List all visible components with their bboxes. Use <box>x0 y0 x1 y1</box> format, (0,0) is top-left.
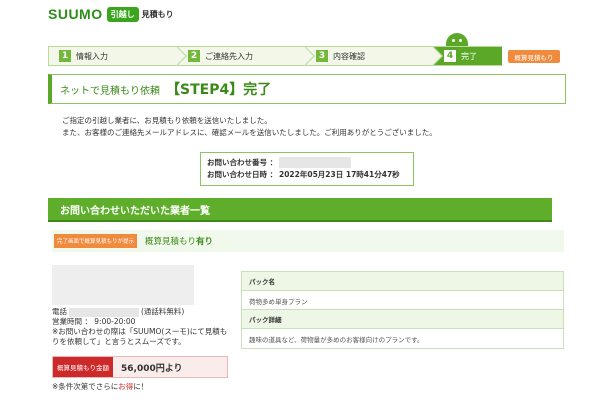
price-note-prefix: ※条件次第でさらに <box>52 382 119 391</box>
estimate-availability-label: 概算見積もり有り <box>145 235 213 247</box>
estimate-shown-tag: 完了画面で概算見積もりが提示 <box>54 234 138 248</box>
tel-label: 電話 <box>52 307 67 316</box>
price-value: 56,000円より <box>121 363 183 374</box>
site-header: SUUMO 引越し 見積もり <box>48 3 174 25</box>
estimate-availability-row: 完了画面で概算見積もりが提示 概算見積もり有り <box>52 230 564 252</box>
tel-note: (通話料無料) <box>141 307 185 316</box>
step-label: 完了 <box>461 51 477 61</box>
inquiry-note: ※お問い合わせの際は「SUUMO(スーモ)にて見積も <box>52 327 228 336</box>
step-number: 3 <box>316 50 328 62</box>
estimate-label-value: 有り <box>196 237 214 247</box>
pack-name-value: 荷物多め単身プラン <box>242 290 563 310</box>
service-subtitle: 見積もり <box>141 9 174 19</box>
step-label: ご連絡先入力 <box>205 51 253 61</box>
inquiry-number-redacted <box>279 157 351 168</box>
estimate-tag: 概算見積もり <box>508 50 560 63</box>
business-hours: 営業時間 ： 9:00-20:00 <box>52 317 136 326</box>
step-3: 3 内容確認 <box>306 46 443 66</box>
step-2: 2 ご連絡先入力 <box>178 46 315 66</box>
inquiry-datetime-label: お問い合わせ日時 ： <box>207 170 278 179</box>
completion-message: ご指定の引越し業者に、お見積もり依頼を送信いたしました。 また、お客様のご連絡先… <box>62 115 437 139</box>
message-line: また、お客様のご連絡先メールアドレスに、確認メールを送信いたしました。ご利用あり… <box>62 128 437 137</box>
step-number: 1 <box>59 50 71 62</box>
completion-title: 【STEP4】完了 <box>166 82 272 98</box>
inquiry-number-label: お問い合わせ番号 ： <box>207 158 278 167</box>
inquiry-note: りを依頼して」と言うとスムーズです。 <box>52 337 186 346</box>
inquiry-info: お問い合わせ番号 ： お問い合わせ日時 ： 2022年05月23日 17時41分… <box>200 152 414 186</box>
pack-detail-header: パック詳細 <box>242 310 563 328</box>
price-note-highlight: お得 <box>118 382 134 391</box>
inquiry-datetime-value: 2022年05月23日 17時41分47秒 <box>279 170 400 179</box>
pack-table: パック名 荷物多め単身プラン パック詳細 趣味の道具など、荷物量が多めのお客様向… <box>241 271 564 349</box>
step-4-current: 4 完了 <box>434 46 502 66</box>
tel-number-redacted[interactable] <box>69 307 139 317</box>
price-note: ※条件次第でさらにお得に！ <box>52 381 148 392</box>
completion-small-text: ネットで見積もり依頼 <box>60 85 160 97</box>
step-label: 内容確認 <box>333 51 365 61</box>
completion-heading: ネットで見積もり依頼 【STEP4】完了 <box>48 74 566 104</box>
step-label: 情報入力 <box>76 51 108 61</box>
mascot-icon <box>446 33 468 47</box>
service-badge: 引越し <box>106 6 139 22</box>
company-list-heading: お問い合わせいただいた業者一覧 <box>48 198 552 222</box>
message-line: ご指定の引越し業者に、お見積もり依頼を送信いたしました。 <box>62 116 272 125</box>
price-label: 概算見積もり金額 <box>53 357 113 377</box>
mascot-eye-icon <box>459 39 462 42</box>
price-note-suffix: に！ <box>133 382 149 391</box>
step-progress: 1 情報入力 2 ご連絡先入力 3 内容確認 4 完了 <box>48 46 566 66</box>
mascot-eye-icon <box>452 39 455 42</box>
company-details: 電話 (通話料無料) 営業時間 ： 9:00-20:00 ※お問い合わせの際は「S… <box>52 307 232 347</box>
step-number: 2 <box>188 50 200 62</box>
suumo-logo[interactable]: SUUMO <box>48 6 103 22</box>
estimate-price-box: 概算見積もり金額 56,000円より <box>52 356 228 378</box>
pack-name-header: パック名 <box>242 272 563 290</box>
estimate-label-prefix: 概算見積もり <box>145 237 197 247</box>
step-number: 4 <box>444 50 456 62</box>
company-logo-redacted <box>52 265 194 305</box>
pack-detail-value: 趣味の道具など、荷物量が多めのお客様向けのプランです。 <box>242 328 563 348</box>
step-1: 1 情報入力 <box>48 46 187 66</box>
